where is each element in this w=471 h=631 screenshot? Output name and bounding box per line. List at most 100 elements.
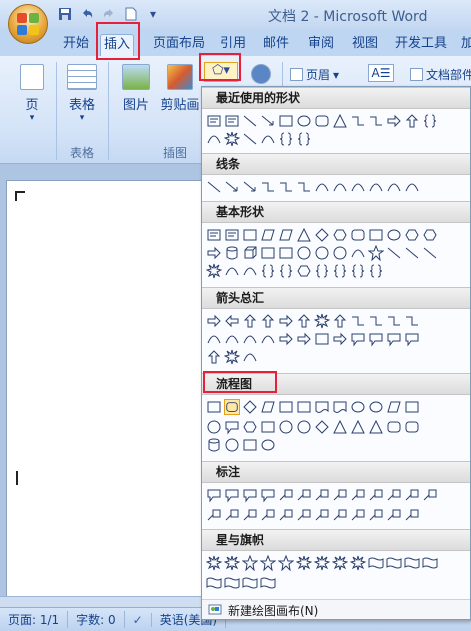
arrowU-shape-icon[interactable] [206,349,222,365]
tab-addins[interactable]: 加 [458,34,471,56]
circle-shape-icon[interactable] [332,245,348,261]
tab-view[interactable]: 视图 [349,34,381,56]
new-drawing-canvas-item[interactable]: 新建绘图画布(N) [202,599,470,619]
hex-shape-icon[interactable] [296,263,312,279]
burst-shape-icon[interactable] [224,349,240,365]
arrowline-shape-icon[interactable] [224,179,240,195]
lineCallout-shape-icon[interactable] [314,507,330,523]
banner-shape-icon[interactable] [422,555,438,571]
brace-shape-icon[interactable] [278,263,294,279]
curve-shape-icon[interactable] [224,331,240,347]
textbox-shape-icon[interactable] [206,227,222,243]
burst-shape-icon[interactable] [332,555,348,571]
lineCallout-shape-icon[interactable] [296,487,312,503]
curve-shape-icon[interactable] [350,179,366,195]
arrowU-shape-icon[interactable] [404,113,420,129]
textbox-shape-icon[interactable] [224,227,240,243]
lineCallout-shape-icon[interactable] [260,507,276,523]
diamond-shape-icon[interactable] [242,399,258,415]
para-shape-icon[interactable] [260,227,276,243]
cyl-shape-icon[interactable] [224,245,240,261]
oval-shape-icon[interactable] [368,399,384,415]
banner-shape-icon[interactable] [224,575,240,591]
rect-shape-icon[interactable] [296,399,312,415]
new-doc-icon[interactable] [122,6,140,22]
para-shape-icon[interactable] [386,399,402,415]
star-shape-icon[interactable] [242,555,258,571]
rect-shape-icon[interactable] [260,419,276,435]
quick-parts-button[interactable]: 文档部件 [410,66,471,83]
header-button[interactable]: 页眉 ▾ [290,66,339,83]
lineCallout-shape-icon[interactable] [404,507,420,523]
rect-shape-icon[interactable] [278,245,294,261]
line-shape-icon[interactable] [242,113,258,129]
burst-shape-icon[interactable] [224,131,240,147]
callout-shape-icon[interactable] [224,487,240,503]
curve-shape-icon[interactable] [260,331,276,347]
star-shape-icon[interactable] [368,245,384,261]
curve-shape-icon[interactable] [314,179,330,195]
curve-shape-icon[interactable] [206,331,222,347]
qat-dropdown-icon[interactable]: ▾ [144,6,162,22]
brace-shape-icon[interactable] [422,113,438,129]
rrect-shape-icon[interactable] [350,227,366,243]
hex-shape-icon[interactable] [242,419,258,435]
rect-shape-icon[interactable] [242,437,258,453]
burst-shape-icon[interactable] [206,555,222,571]
shapes-button[interactable]: ⬠▾ [204,62,238,82]
status-page[interactable]: 页面: 1/1 [0,611,69,628]
arrowline-shape-icon[interactable] [242,179,258,195]
banner-shape-icon[interactable] [206,575,222,591]
para-shape-icon[interactable] [260,399,276,415]
curve-shape-icon[interactable] [242,331,258,347]
line-shape-icon[interactable] [422,245,438,261]
elbow-shape-icon[interactable] [278,179,294,195]
arrowU-shape-icon[interactable] [242,313,258,329]
circle-shape-icon[interactable] [314,245,330,261]
tri-shape-icon[interactable] [332,113,348,129]
tab-developer[interactable]: 开发工具 [392,34,450,56]
lineCallout-shape-icon[interactable] [368,507,384,523]
tab-references[interactable]: 引用 [217,34,249,56]
tri-shape-icon[interactable] [368,419,384,435]
burst-shape-icon[interactable] [224,555,240,571]
curve-shape-icon[interactable] [242,263,258,279]
curve-shape-icon[interactable] [332,179,348,195]
arrowU-shape-icon[interactable] [296,313,312,329]
curve-shape-icon[interactable] [224,263,240,279]
lineCallout-shape-icon[interactable] [350,487,366,503]
brace-shape-icon[interactable] [314,263,330,279]
callout-shape-icon[interactable] [368,331,384,347]
lineCallout-shape-icon[interactable] [314,487,330,503]
lineCallout-shape-icon[interactable] [242,507,258,523]
picture-button[interactable]: 图片 [116,64,156,113]
smartart-button[interactable] [248,64,274,88]
hex-shape-icon[interactable] [422,227,438,243]
lineCallout-shape-icon[interactable] [296,507,312,523]
lineCallout-shape-icon[interactable] [386,487,402,503]
cyl-shape-icon[interactable] [206,437,222,453]
line-shape-icon[interactable] [206,179,222,195]
lineCallout-shape-icon[interactable] [350,507,366,523]
lineCallout-shape-icon[interactable] [404,487,420,503]
table-button[interactable]: 表格 ▾ [62,64,102,123]
tab-review[interactable]: 审阅 [305,34,337,56]
para-shape-icon[interactable] [278,227,294,243]
tri-shape-icon[interactable] [350,419,366,435]
save-icon[interactable] [56,6,74,22]
lineCallout-shape-icon[interactable] [386,507,402,523]
oval-shape-icon[interactable] [260,437,276,453]
rrect-shape-icon[interactable] [386,419,402,435]
arrowR-shape-icon[interactable] [206,245,222,261]
line-shape-icon[interactable] [386,245,402,261]
brace-shape-icon[interactable] [278,131,294,147]
lineCallout-shape-icon[interactable] [224,507,240,523]
elbow-shape-icon[interactable] [296,179,312,195]
clipart-button[interactable]: 剪贴画 [158,64,202,113]
status-word-count[interactable]: 字数: 0 [68,611,125,628]
curve-shape-icon[interactable] [368,179,384,195]
tab-home[interactable]: 开始 [60,34,92,56]
diamond-shape-icon[interactable] [314,227,330,243]
elbow-shape-icon[interactable] [368,313,384,329]
burst-shape-icon[interactable] [350,555,366,571]
